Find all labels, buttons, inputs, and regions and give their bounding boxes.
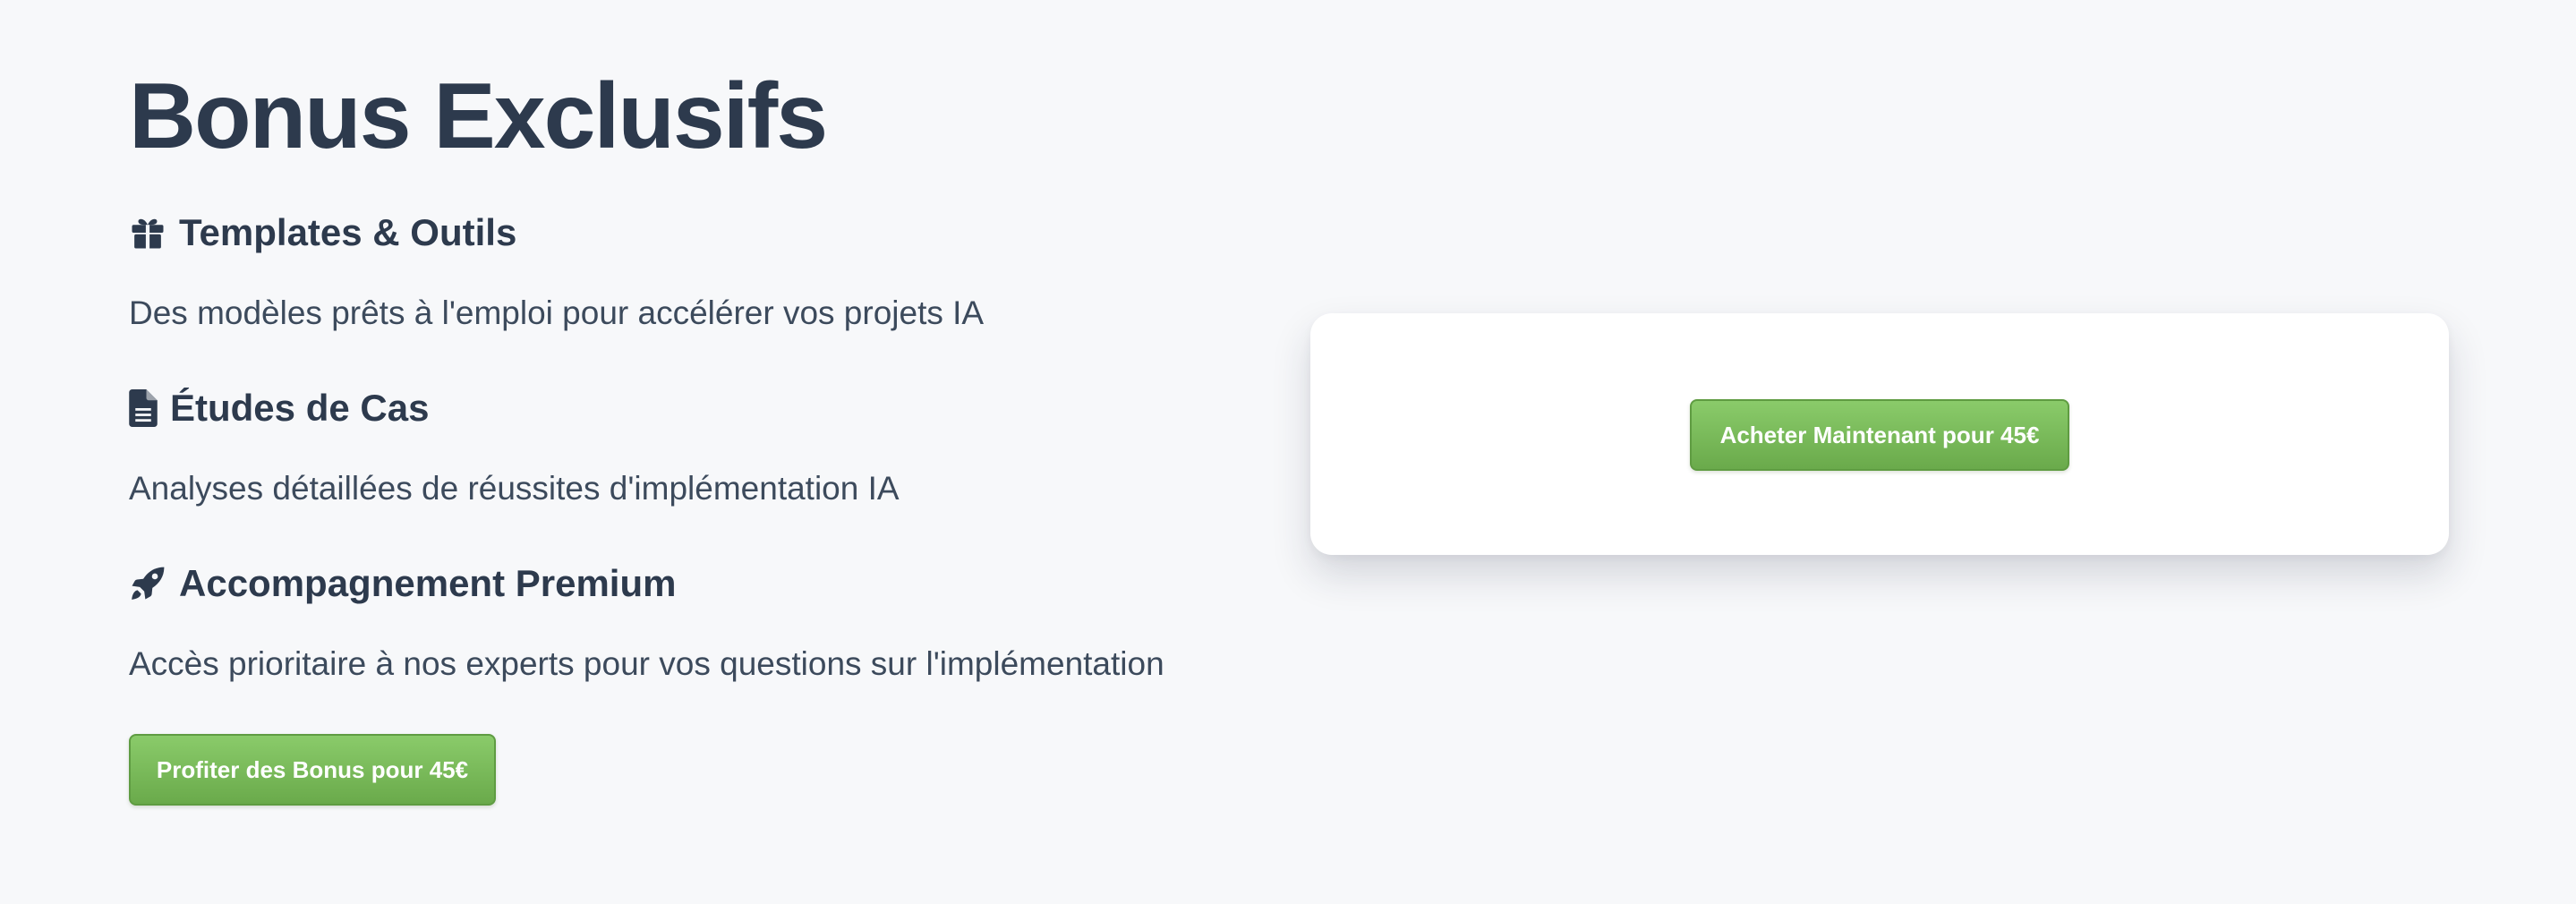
claim-bonus-button[interactable]: Profiter des Bonus pour 45€ (129, 734, 496, 806)
buy-now-button[interactable]: Acheter Maintenant pour 45€ (1690, 399, 2069, 471)
page-title: Bonus Exclusifs (129, 64, 828, 168)
gift-icon (129, 214, 166, 252)
purchase-card: Acheter Maintenant pour 45€ (1310, 313, 2449, 555)
bonus-item-premium-title: Accompagnement Premium (179, 562, 677, 604)
bonus-item-case-studies-description: Analyses détaillées de réussites d'implé… (129, 470, 900, 507)
bonus-item-templates-title: Templates & Outils (179, 211, 517, 253)
bonus-item-templates-description: Des modèles prêts à l'emploi pour accélé… (129, 294, 985, 331)
bonus-item-case-studies-heading: Études de Cas (129, 381, 429, 435)
bonus-item-premium-heading: Accompagnement Premium (129, 557, 676, 610)
file-document-icon (129, 389, 158, 427)
rocket-icon (129, 565, 166, 602)
bonus-item-templates-heading: Templates & Outils (129, 206, 516, 260)
bonus-item-premium-description: Accès prioritaire à nos experts pour vos… (129, 645, 1164, 682)
bonus-item-case-studies-title: Études de Cas (170, 387, 430, 429)
